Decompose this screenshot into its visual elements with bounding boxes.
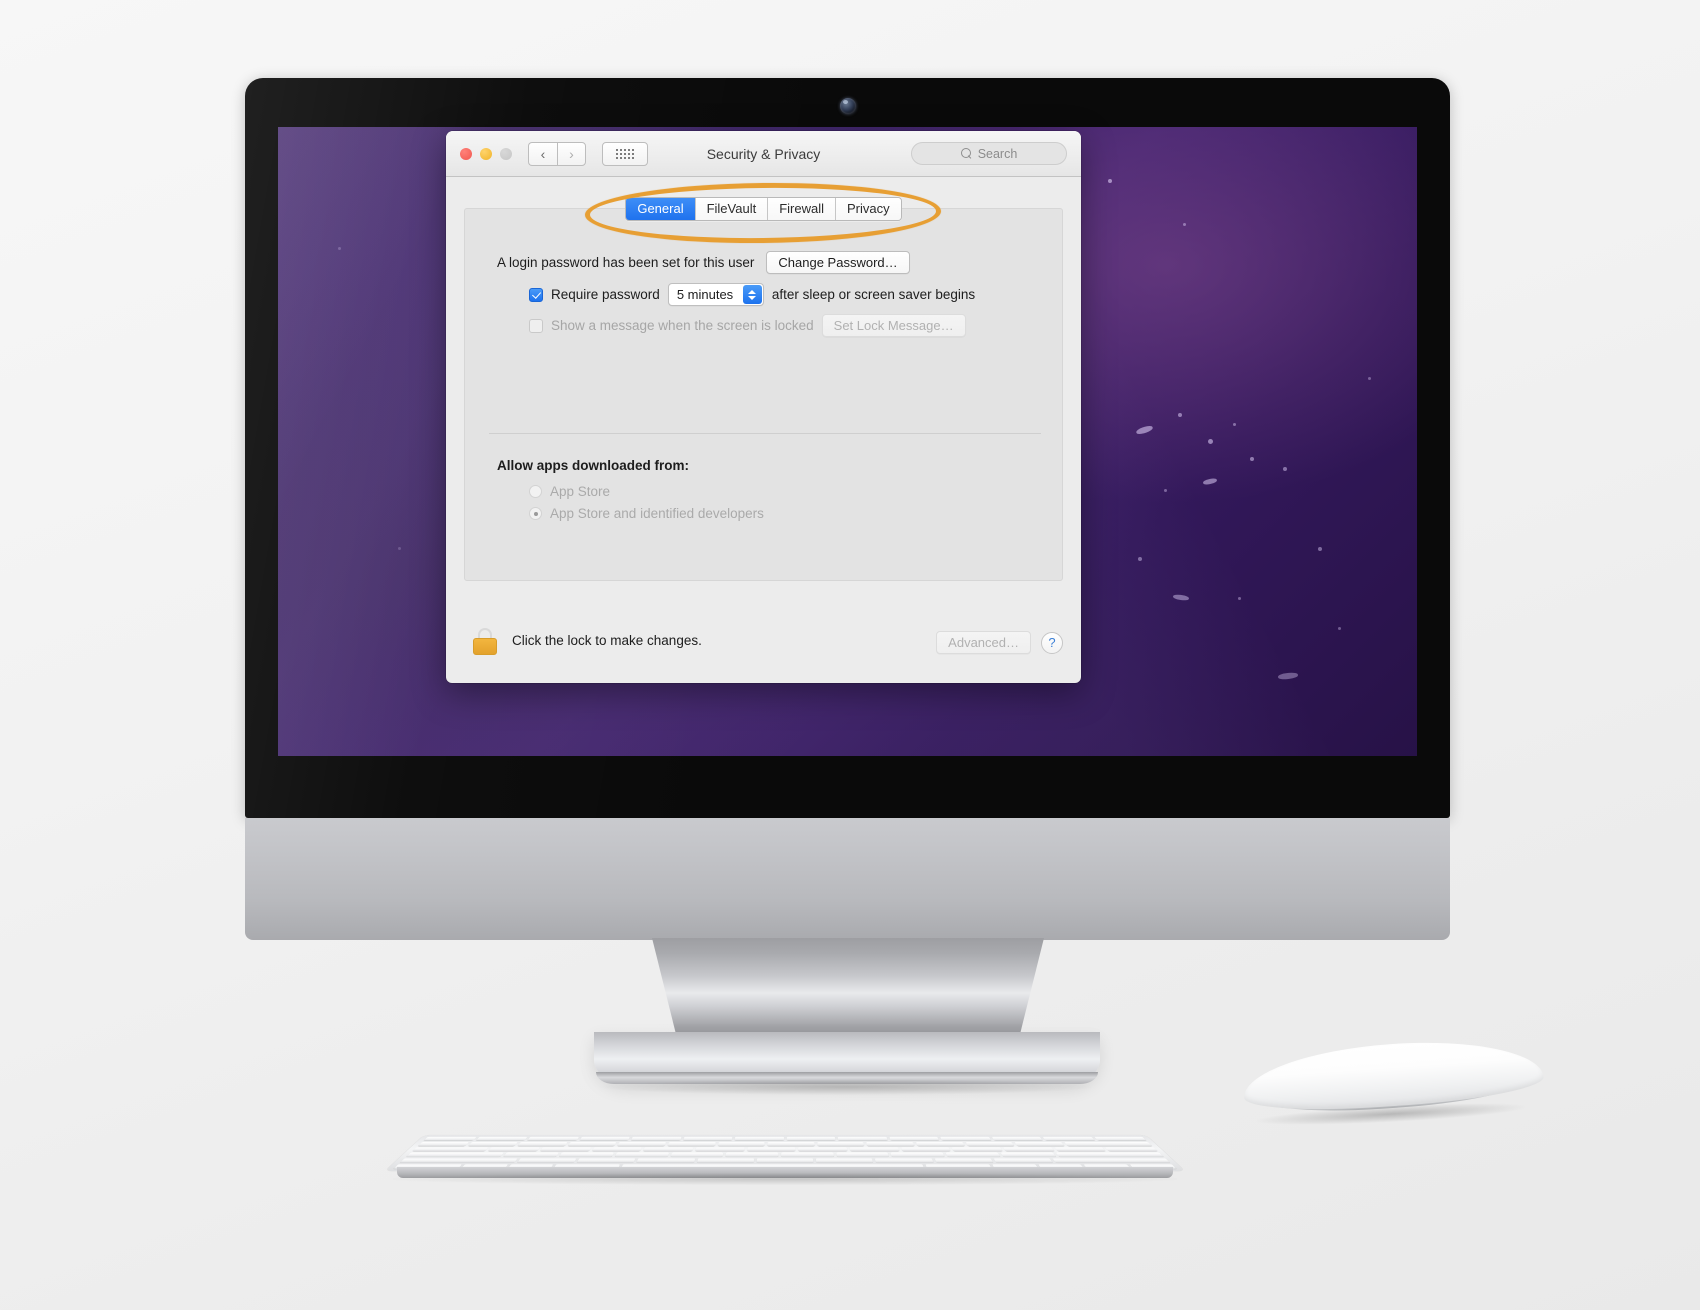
login-password-row: A login password has been set for this u…	[497, 251, 910, 274]
show-all-grid-icon[interactable]	[602, 141, 648, 166]
keyboard-row-bottom	[399, 1158, 1171, 1163]
radio-app-store-icon[interactable]	[529, 485, 542, 498]
set-lock-message-button[interactable]: Set Lock Message…	[821, 314, 966, 337]
security-privacy-window[interactable]: ‹ › Security & Privacy Search General Fi…	[446, 131, 1081, 683]
stepper-arrows-icon[interactable]	[742, 285, 762, 304]
login-password-text: A login password has been set for this u…	[497, 255, 755, 270]
close-button[interactable]	[460, 147, 472, 160]
window-footer: Click the lock to make changes. Advanced…	[446, 621, 1081, 683]
minimize-button[interactable]	[480, 147, 492, 160]
radio-app-store-label: App Store	[550, 484, 611, 499]
require-password-row: Require password 5 minutes after sleep o…	[529, 283, 975, 306]
show-lock-message-checkbox[interactable]	[529, 318, 543, 333]
radio-identified-developers-icon[interactable]	[529, 507, 542, 520]
keyboard-shadow	[393, 1173, 1177, 1185]
allow-apps-option-app-store[interactable]: App Store	[529, 484, 610, 499]
advanced-button[interactable]: Advanced…	[936, 631, 1031, 654]
require-password-suffix: after sleep or screen saver begins	[771, 287, 976, 302]
facetime-camera-icon	[839, 98, 856, 114]
lock-message-row: Show a message when the screen is locked…	[529, 314, 966, 337]
allow-apps-option-identified-developers[interactable]: App Store and identified developers	[529, 506, 764, 521]
tab-bar[interactable]: General FileVault Firewall Privacy	[446, 177, 1081, 221]
traffic-light-buttons[interactable]	[460, 147, 512, 160]
apple-magic-mouse[interactable]	[1241, 1033, 1545, 1130]
imac-chin	[245, 818, 1450, 940]
help-button[interactable]: ?	[1041, 631, 1063, 654]
password-delay-value: 5 minutes	[676, 287, 734, 302]
zoom-button[interactable]	[500, 147, 512, 160]
window-titlebar: ‹ › Security & Privacy Search	[446, 131, 1081, 177]
allow-apps-label: Allow apps downloaded from:	[497, 458, 689, 473]
section-divider	[489, 433, 1041, 434]
change-password-button[interactable]: Change Password…	[766, 251, 910, 274]
general-settings-panel: A login password has been set for this u…	[464, 208, 1063, 581]
keyboard-row-number	[417, 1141, 1153, 1146]
padlock-icon[interactable]	[473, 628, 497, 655]
keyboard-row-top	[411, 1147, 1159, 1152]
require-password-checkbox[interactable]	[529, 287, 543, 302]
tab-filevault[interactable]: FileVault	[695, 198, 769, 220]
grid-dots-icon	[616, 148, 634, 159]
search-input[interactable]: Search	[911, 142, 1067, 165]
search-icon	[960, 148, 972, 159]
keyboard-key-plate	[385, 1135, 1185, 1171]
tab-general[interactable]: General	[626, 198, 696, 220]
apple-wireless-keyboard[interactable]	[385, 1095, 1185, 1185]
tab-privacy[interactable]: Privacy	[836, 198, 901, 220]
radio-identified-developers-label: App Store and identified developers	[550, 506, 764, 521]
keyboard-row-function	[423, 1136, 1147, 1141]
search-placeholder: Search	[977, 146, 1018, 161]
imac-stand-shadow	[600, 1079, 1092, 1095]
tab-firewall[interactable]: Firewall	[768, 198, 837, 220]
require-password-label: Require password	[551, 287, 660, 302]
back-chevron-icon[interactable]: ‹	[528, 141, 557, 166]
password-delay-dropdown[interactable]: 5 minutes	[667, 283, 764, 306]
show-lock-message-label: Show a message when the screen is locked	[551, 318, 814, 333]
keyboard-row-home	[405, 1152, 1164, 1158]
lock-hint-text: Click the lock to make changes.	[512, 633, 702, 648]
forward-chevron-icon[interactable]: ›	[557, 141, 586, 166]
navigation-segmented-control[interactable]: ‹ ›	[528, 141, 586, 166]
imac-computer-illustration: ‹ › Security & Privacy Search General Fi…	[0, 0, 1700, 1310]
